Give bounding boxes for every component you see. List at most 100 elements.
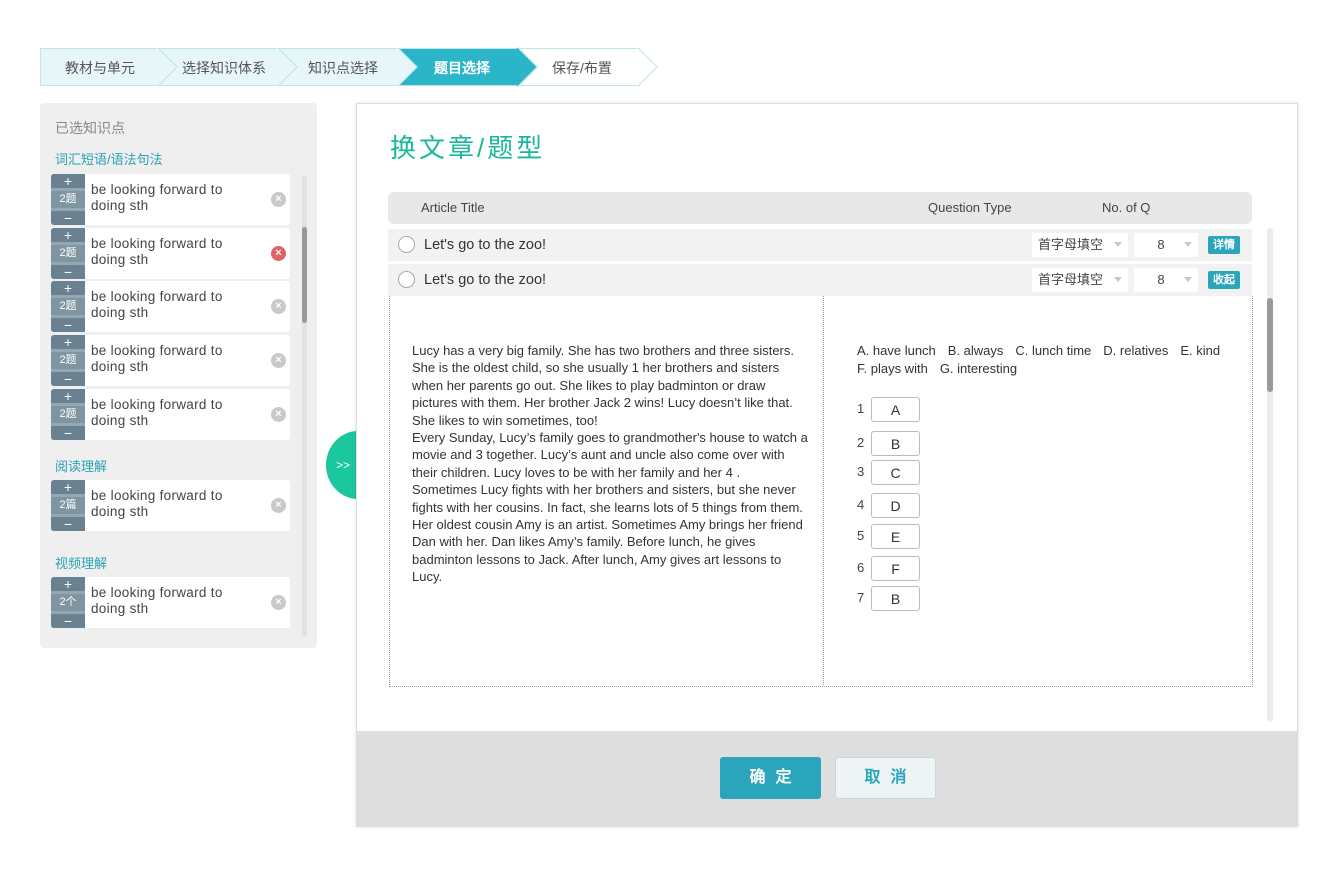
increment-button[interactable]: + — [51, 228, 85, 242]
scrollbar-thumb[interactable] — [1267, 298, 1273, 392]
answer-input[interactable]: D — [871, 493, 920, 518]
answer-input[interactable]: B — [871, 431, 920, 456]
answer-input[interactable]: C — [871, 460, 920, 485]
increment-button[interactable]: + — [51, 480, 85, 494]
details-button[interactable]: 详情 — [1208, 236, 1240, 254]
article-title: Let's go to the zoo! — [424, 237, 547, 253]
remove-icon[interactable]: × — [271, 595, 286, 610]
count-value: 2题 — [51, 191, 85, 208]
option: E. kind — [1180, 343, 1221, 358]
count-stepper: + 2篇 − — [51, 480, 85, 531]
article-text: Lucy has a very big family. She has two … — [412, 343, 808, 585]
count-stepper: + 2题 − — [51, 335, 85, 386]
count-stepper: + 2题 − — [51, 228, 85, 279]
cancel-button[interactable]: 取消 — [835, 757, 936, 799]
increment-button[interactable]: + — [51, 281, 85, 295]
option: A. have lunch — [857, 343, 936, 358]
question-count-select[interactable]: 8 — [1134, 233, 1198, 257]
option: G. interesting — [939, 361, 1018, 376]
knowledge-item: + 2题 − be looking forward to doing sth × — [51, 389, 290, 440]
count-value: 2题 — [51, 406, 85, 423]
article-detail: Lucy has a very big family. She has two … — [389, 296, 1253, 687]
increment-button[interactable]: + — [51, 577, 85, 591]
decrement-button[interactable]: − — [51, 614, 85, 628]
remove-icon[interactable]: × — [271, 407, 286, 422]
question-type-select[interactable]: 首字母填空 — [1032, 268, 1128, 292]
decrement-button[interactable]: − — [51, 517, 85, 531]
remove-icon[interactable]: × — [271, 192, 286, 207]
decrement-button[interactable]: − — [51, 318, 85, 332]
increment-button[interactable]: + — [51, 335, 85, 349]
step-knowledge-system[interactable]: 选择知识体系 — [160, 48, 280, 86]
knowledge-label: be looking forward to doing sth — [91, 289, 223, 320]
category-video: 视频理解 — [55, 556, 108, 571]
answer-input[interactable]: F — [871, 556, 920, 581]
answer-input[interactable]: B — [871, 586, 920, 611]
count-value: 2题 — [51, 298, 85, 315]
panel-scrollbar[interactable] — [302, 175, 307, 637]
count-stepper: + 2题 − — [51, 389, 85, 440]
decrement-button[interactable]: − — [51, 372, 85, 386]
chevron-down-icon — [1184, 242, 1192, 247]
option: C. lunch time — [1015, 343, 1092, 358]
knowledge-label: be looking forward to doing sth — [91, 397, 223, 428]
chevron-down-icon — [1184, 277, 1192, 282]
answer-input[interactable]: A — [871, 397, 920, 422]
option: D. relatives — [1103, 343, 1169, 358]
knowledge-item: + 2题 − be looking forward to doing sth × — [51, 335, 290, 386]
step-save-assign[interactable]: 保存/布置 — [520, 48, 640, 86]
step-question-select[interactable]: 题目选择 — [400, 48, 520, 86]
category-vocab-grammar: 词汇短语/语法句法 — [55, 152, 163, 167]
count-stepper: + 2题 − — [51, 281, 85, 332]
option: F. plays with — [857, 361, 928, 376]
count-stepper: + 2题 − — [51, 174, 85, 225]
remove-icon[interactable]: × — [271, 498, 286, 513]
option-list: A. have lunch B. always C. lunch time D. re… — [857, 342, 1252, 378]
remove-icon[interactable]: × — [271, 246, 286, 261]
chevron-down-icon — [1114, 242, 1122, 247]
remove-icon[interactable]: × — [271, 299, 286, 314]
decrement-button[interactable]: − — [51, 265, 85, 279]
step-textbook-unit[interactable]: 教材与单元 — [40, 48, 160, 86]
decrement-button[interactable]: − — [51, 426, 85, 440]
article-radio[interactable] — [398, 236, 415, 253]
knowledge-label: be looking forward to doing sth — [91, 236, 223, 267]
detail-divider — [823, 296, 824, 685]
knowledge-item: + 2篇 − be looking forward to doing sth × — [51, 480, 290, 531]
step-knowledge-point[interactable]: 知识点选择 — [280, 48, 400, 86]
confirm-button[interactable]: 确定 — [720, 757, 821, 799]
increment-button[interactable]: + — [51, 389, 85, 403]
dialog-scrollbar[interactable] — [1267, 228, 1273, 722]
column-question-type: Question Type — [928, 200, 1012, 215]
count-value: 2篇 — [51, 497, 85, 514]
answer-input[interactable]: E — [871, 524, 920, 549]
knowledge-item: + 2题 − be looking forward to doing sth × — [51, 174, 290, 225]
column-question-count: No. of Q — [1102, 200, 1151, 215]
selected-knowledge-panel: 已选知识点 词汇短语/语法句法 + 2题 − be looking forwar… — [40, 103, 317, 648]
count-value: 2题 — [51, 245, 85, 262]
panel-header: 已选知识点 — [55, 120, 125, 136]
knowledge-item: + 2个 − be looking forward to doing sth × — [51, 577, 290, 628]
scrollbar-thumb[interactable] — [302, 227, 307, 323]
knowledge-label: be looking forward to doing sth — [91, 343, 223, 374]
decrement-button[interactable]: − — [51, 211, 85, 225]
increment-button[interactable]: + — [51, 174, 85, 188]
count-value: 2题 — [51, 352, 85, 369]
count-value: 2个 — [51, 594, 85, 611]
article-radio[interactable] — [398, 271, 415, 288]
remove-icon[interactable]: × — [271, 353, 286, 368]
knowledge-label: be looking forward to doing sth — [91, 585, 223, 616]
article-row: Let's go to the zoo! 首字母填空 8 收起 — [388, 264, 1252, 296]
question-type-select[interactable]: 首字母填空 — [1032, 233, 1128, 257]
step-bar: 教材与单元 选择知识体系 知识点选择 题目选择 保存/布置 — [40, 48, 640, 86]
article-title: Let's go to the zoo! — [424, 272, 547, 288]
question-count-select[interactable]: 8 — [1134, 268, 1198, 292]
table-header: Article Title Question Type No. of Q — [388, 192, 1252, 224]
category-reading: 阅读理解 — [55, 459, 108, 474]
knowledge-item: + 2题 − be looking forward to doing sth × — [51, 228, 290, 279]
count-stepper: + 2个 − — [51, 577, 85, 628]
dialog-title: 换文章/题型 — [390, 133, 546, 163]
dialog-footer: 确定 取消 — [357, 731, 1297, 827]
collapse-button[interactable]: 收起 — [1208, 271, 1240, 289]
article-row: Let's go to the zoo! 首字母填空 8 详情 — [388, 229, 1252, 261]
